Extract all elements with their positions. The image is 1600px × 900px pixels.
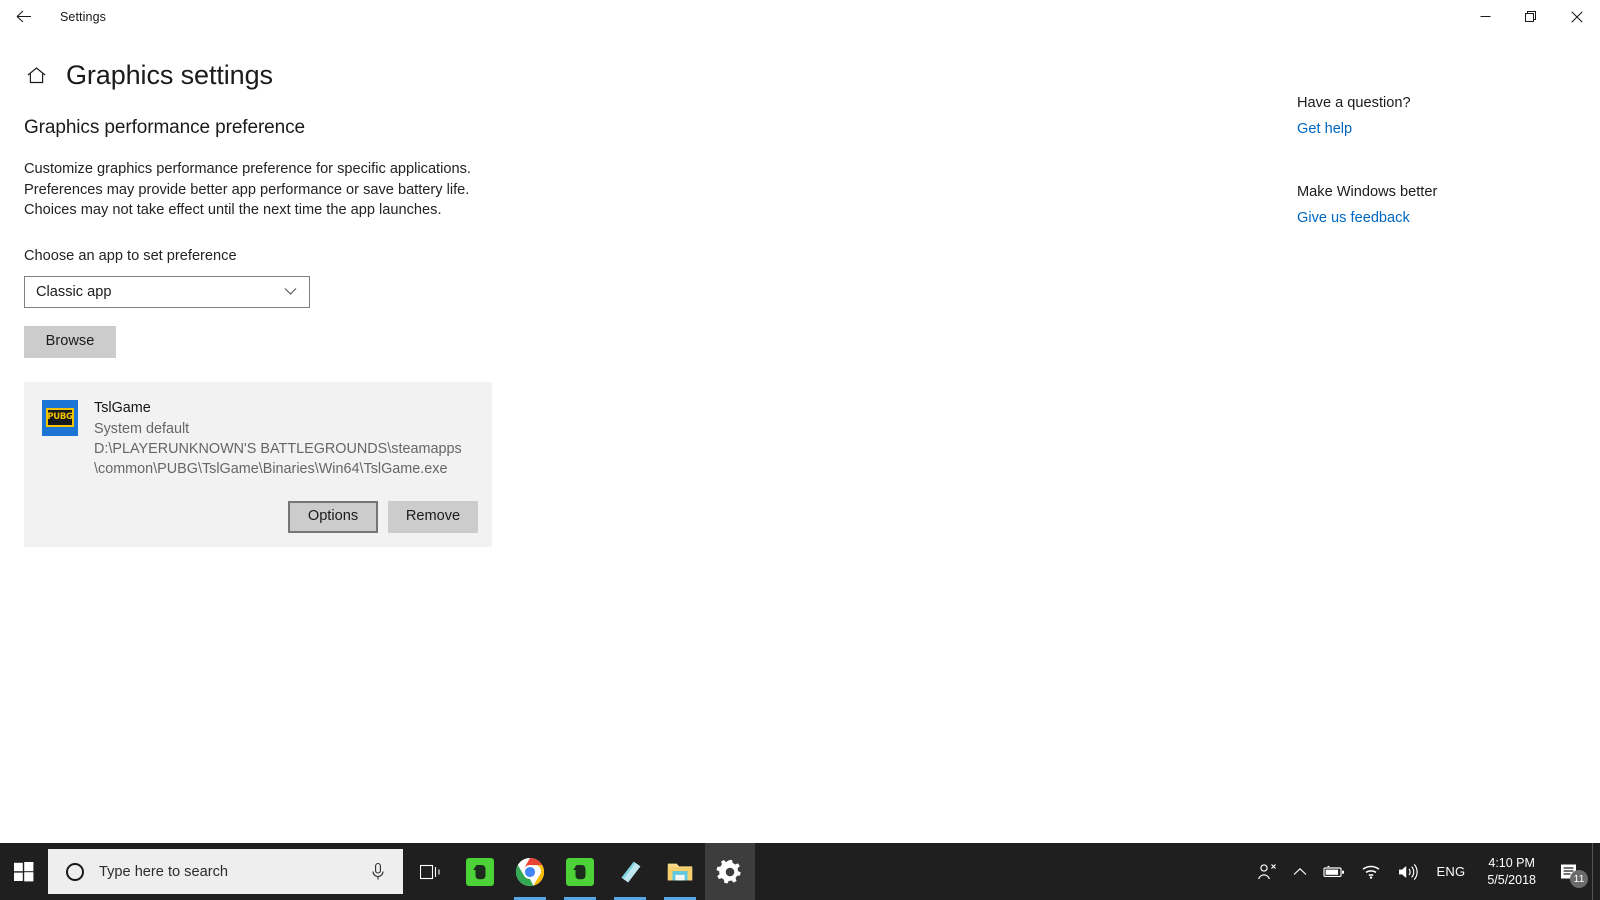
taskbar: Type here to search ENG 4:10 PM 5/5/2018… bbox=[0, 843, 1600, 900]
settings-window: Settings Graphics settings Graphics perf… bbox=[0, 0, 1600, 843]
dropdown-selected-value: Classic app bbox=[36, 283, 112, 300]
evernote-icon bbox=[566, 857, 594, 886]
windows-start-icon bbox=[14, 861, 34, 881]
people-icon bbox=[1257, 863, 1276, 879]
side-column: Have a question? Get help Make Windows b… bbox=[1297, 95, 1577, 228]
search-input[interactable]: Type here to search bbox=[99, 864, 370, 880]
content-area: Graphics performance preference Customiz… bbox=[0, 95, 1600, 547]
settings-gear-icon bbox=[716, 859, 741, 884]
app-status: System default bbox=[94, 420, 190, 437]
start-button[interactable] bbox=[0, 843, 48, 900]
action-center-button[interactable]: 11 bbox=[1548, 843, 1592, 900]
chevron-up-icon bbox=[1293, 867, 1306, 875]
taskbar-item-evernote-2[interactable] bbox=[555, 843, 605, 900]
taskbar-item-chrome[interactable] bbox=[505, 843, 555, 900]
minimize-button[interactable] bbox=[1462, 0, 1508, 33]
taskbar-item-evernote-1[interactable] bbox=[455, 843, 505, 900]
action-center-badge: 11 bbox=[1570, 870, 1588, 888]
feedback-block: Make Windows better Give us feedback bbox=[1297, 184, 1577, 228]
remove-button[interactable]: Remove bbox=[388, 500, 478, 533]
microphone-icon[interactable] bbox=[370, 862, 386, 882]
help-block: Have a question? Get help bbox=[1297, 95, 1577, 139]
pubg-app-icon: PUBG bbox=[42, 399, 78, 436]
wifi-icon bbox=[1362, 865, 1380, 879]
give-feedback-link[interactable]: Give us feedback bbox=[1297, 208, 1410, 228]
taskbar-apps bbox=[455, 843, 755, 900]
app-card-actions: Options Remove bbox=[34, 500, 478, 533]
task-view-button[interactable] bbox=[407, 843, 455, 900]
get-help-link[interactable]: Get help bbox=[1297, 119, 1352, 139]
window-title: Settings bbox=[60, 9, 106, 24]
options-button[interactable]: Options bbox=[288, 500, 378, 533]
task-view-icon bbox=[420, 864, 440, 879]
page-title: Graphics settings bbox=[66, 59, 273, 90]
main-column: Graphics performance preference Customiz… bbox=[24, 117, 544, 547]
clock-time: 4:10 PM bbox=[1488, 855, 1535, 870]
show-desktop-button[interactable] bbox=[1592, 843, 1600, 900]
taskbar-search-box[interactable]: Type here to search bbox=[48, 849, 403, 894]
language-indicator[interactable]: ENG bbox=[1427, 864, 1476, 879]
title-bar: Settings bbox=[0, 0, 1600, 33]
file-explorer-icon bbox=[667, 863, 693, 880]
clock[interactable]: 4:10 PM 5/5/2018 bbox=[1475, 843, 1548, 900]
feedback-heading: Make Windows better bbox=[1297, 184, 1438, 200]
clock-date: 5/5/2018 bbox=[1487, 872, 1536, 887]
caption-buttons bbox=[1462, 0, 1600, 33]
evernote-icon bbox=[466, 857, 494, 886]
app-path-line-2: \common\PUBG\TslGame\Binaries\Win64\TslG… bbox=[94, 460, 448, 477]
close-button[interactable] bbox=[1554, 0, 1600, 33]
taskbar-item-onenote[interactable] bbox=[605, 843, 655, 900]
chrome-icon bbox=[515, 857, 545, 886]
system-tray: ENG 4:10 PM 5/5/2018 11 bbox=[1249, 843, 1600, 900]
volume-button[interactable] bbox=[1389, 843, 1427, 900]
app-preference-card: PUBG TslGame System default D:\PLAYERUNK… bbox=[24, 381, 492, 547]
home-button[interactable] bbox=[24, 63, 48, 87]
minimize-icon bbox=[1480, 16, 1490, 17]
people-button[interactable] bbox=[1249, 843, 1285, 900]
battery-button[interactable] bbox=[1315, 843, 1353, 900]
section-title: Graphics performance preference bbox=[24, 117, 305, 138]
volume-icon bbox=[1398, 863, 1418, 880]
dropdown-label: Choose an app to set preference bbox=[24, 247, 237, 264]
home-icon bbox=[27, 66, 45, 83]
show-hidden-icons-button[interactable] bbox=[1285, 843, 1315, 900]
close-icon bbox=[1571, 10, 1583, 23]
back-arrow-icon bbox=[16, 10, 31, 23]
pubg-logo-text: PUBG bbox=[47, 412, 73, 423]
maximize-button[interactable] bbox=[1508, 0, 1554, 33]
app-info: TslGame System default D:\PLAYERUNKNOWN'… bbox=[94, 398, 484, 479]
browse-button[interactable]: Browse bbox=[24, 325, 116, 358]
page-header: Graphics settings bbox=[0, 55, 1600, 95]
chevron-down-icon bbox=[284, 287, 309, 296]
taskbar-item-file-explorer[interactable] bbox=[655, 843, 705, 900]
pubg-logo-plate: PUBG bbox=[46, 408, 74, 427]
cortana-circle-icon bbox=[66, 862, 84, 881]
restore-icon bbox=[1525, 10, 1536, 22]
app-type-dropdown[interactable]: Classic app bbox=[24, 275, 310, 308]
app-name: TslGame bbox=[94, 399, 151, 416]
app-card-top: PUBG TslGame System default D:\PLAYERUNK… bbox=[34, 398, 478, 479]
onenote-icon bbox=[621, 861, 641, 882]
network-button[interactable] bbox=[1353, 843, 1389, 900]
back-button[interactable] bbox=[0, 0, 46, 33]
section-description: Customize graphics performance preferenc… bbox=[24, 161, 471, 218]
battery-icon bbox=[1322, 865, 1344, 877]
taskbar-item-settings[interactable] bbox=[705, 843, 755, 900]
help-heading: Have a question? bbox=[1297, 95, 1411, 111]
app-path-line-1: D:\PLAYERUNKNOWN'S BATTLEGROUNDS\steamap… bbox=[94, 440, 462, 457]
